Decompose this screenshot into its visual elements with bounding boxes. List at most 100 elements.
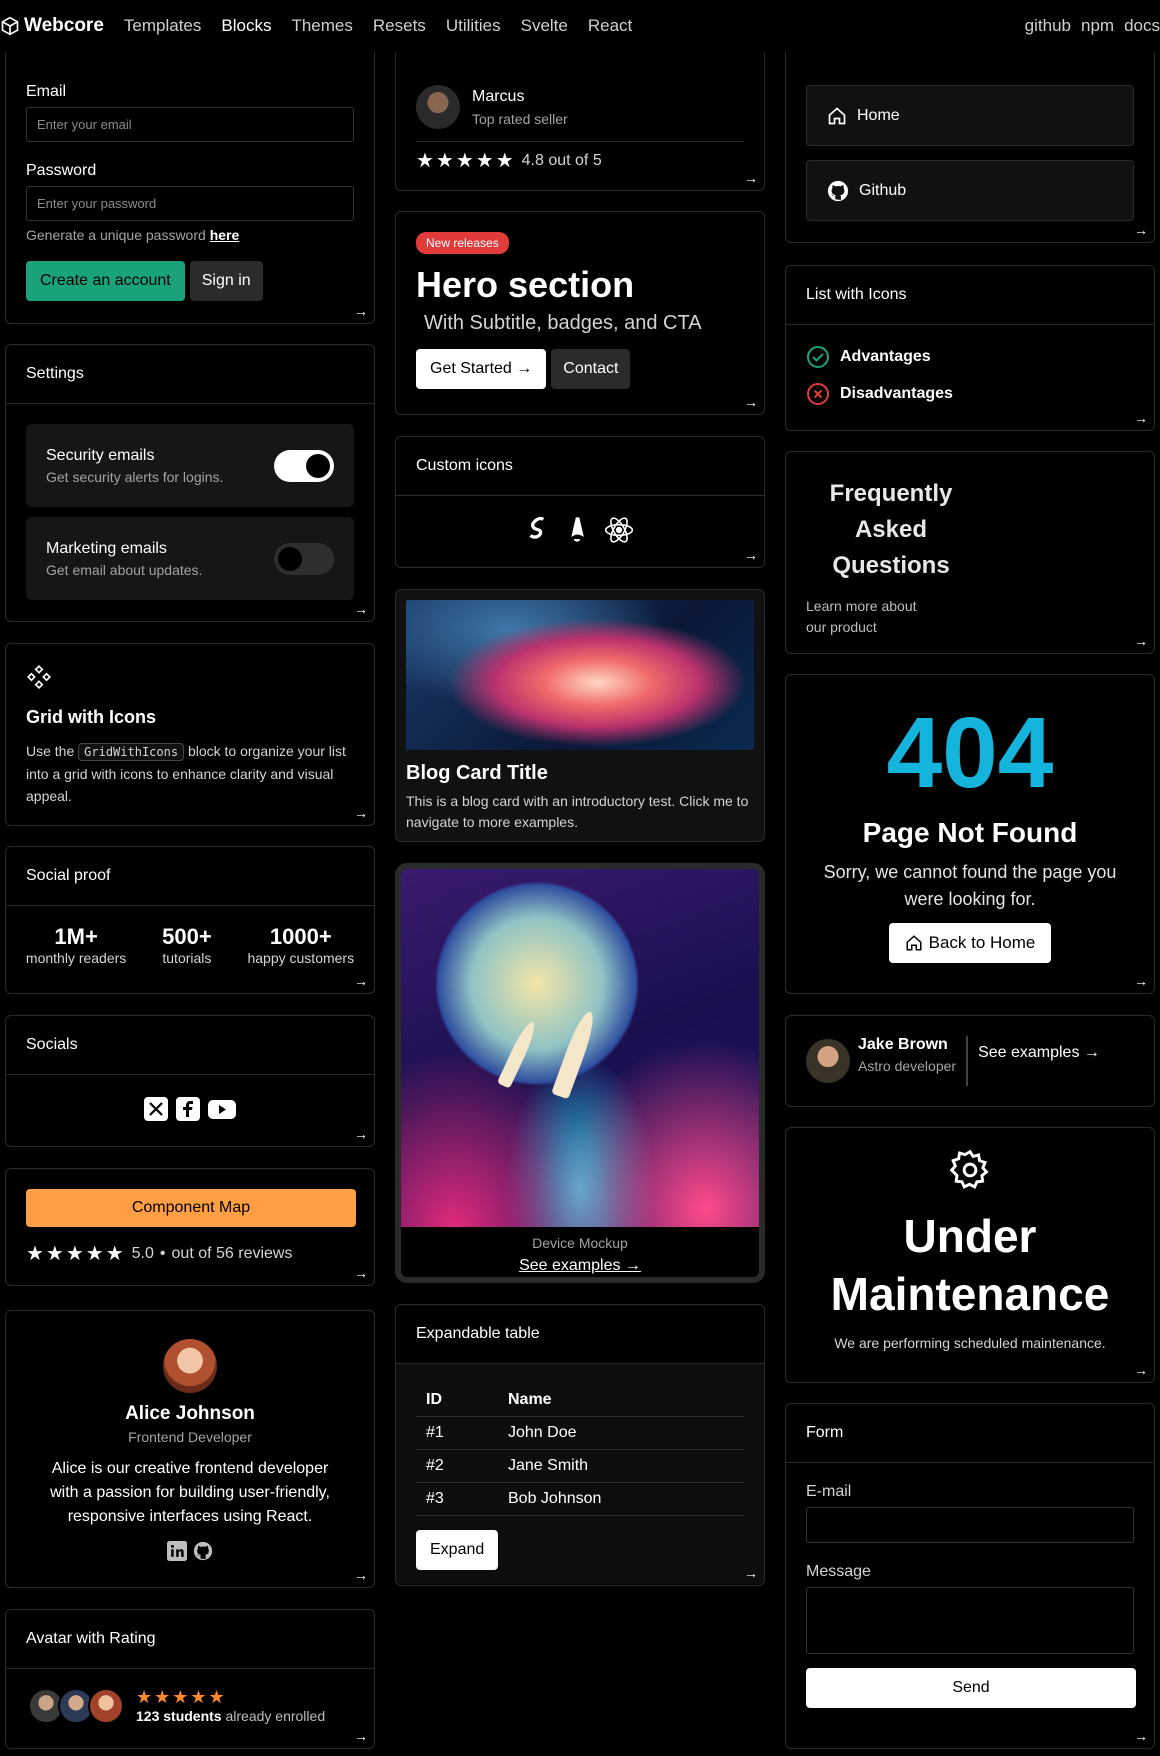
get-started-button[interactable]: Get Started →: [416, 349, 547, 389]
facebook-icon[interactable]: [176, 1097, 200, 1121]
arrow-right-icon[interactable]: →: [354, 805, 368, 821]
faq-subtitle-line: Learn more about: [806, 598, 917, 614]
rating-stars: ★★★★★: [136, 1687, 227, 1707]
arrow-right-icon[interactable]: →: [1134, 633, 1148, 649]
device-caption: Device Mockup: [532, 1235, 628, 1251]
enrolled-text: already enrolled: [225, 1708, 326, 1724]
arrow-right-icon[interactable]: →: [354, 1126, 368, 1142]
seller-role: Top rated seller: [472, 110, 568, 127]
nav-link-svelte[interactable]: Svelte: [521, 16, 568, 36]
send-button[interactable]: Send: [806, 1668, 1136, 1708]
setting-row-security: Security emails Get security alerts for …: [26, 424, 354, 507]
stat-tutorials: 500+ tutorials: [162, 924, 212, 966]
table-cell: John Doe: [498, 1416, 744, 1450]
brand-name: Webcore: [24, 15, 104, 36]
form-card: Form E-mail Message Send →: [785, 1403, 1155, 1749]
not-found-card: 404 Page Not Found Sorry, we cannot foun…: [785, 674, 1155, 994]
blog-title: Blog Card Title: [406, 762, 548, 784]
text-prefix: Use the: [26, 743, 75, 759]
enrolled-count: 123 students: [136, 1708, 222, 1724]
x-twitter-icon[interactable]: [144, 1097, 168, 1121]
arrow-right-icon[interactable]: →: [1134, 410, 1148, 426]
youtube-icon[interactable]: [208, 1097, 236, 1121]
avatar: [416, 85, 460, 129]
password-label: Password: [26, 162, 97, 179]
arrow-right-icon[interactable]: →: [744, 170, 758, 186]
rating-stars: ★★★★★: [26, 1243, 126, 1265]
svelte-icon: [529, 516, 545, 539]
see-examples-link[interactable]: See examples →: [401, 1257, 759, 1275]
menu-item-github[interactable]: Github: [806, 160, 1134, 221]
arrow-right-icon[interactable]: →: [354, 303, 368, 319]
password-field[interactable]: Enter your password: [26, 186, 354, 221]
setting-row-marketing: Marketing emails Get email about updates…: [26, 517, 354, 600]
security-emails-toggle[interactable]: [274, 449, 334, 482]
password-hint-text: Generate a unique password: [26, 227, 206, 243]
password-hint: Generate a unique password here: [26, 227, 354, 243]
table-cell: Bob Johnson: [498, 1482, 744, 1516]
rating-value: 4.8 out of 5: [521, 151, 602, 169]
blog-image: [406, 600, 754, 750]
avatar: [806, 1039, 850, 1083]
nav-link-utilities[interactable]: Utilities: [446, 16, 501, 36]
github-icon[interactable]: [193, 1541, 213, 1561]
nav-link-themes[interactable]: Themes: [291, 16, 352, 36]
linkedin-icon[interactable]: [167, 1541, 187, 1561]
arrow-right-icon[interactable]: →: [354, 973, 368, 989]
table-cell: #1: [416, 1416, 498, 1450]
avatar: [163, 1339, 217, 1393]
email-field[interactable]: [806, 1507, 1134, 1543]
arrow-right-icon[interactable]: →: [354, 1728, 368, 1744]
arrow-right-icon[interactable]: →: [1134, 1362, 1148, 1378]
faq-title-line: Questions: [832, 552, 950, 579]
nav-link-blocks[interactable]: Blocks: [221, 16, 271, 36]
expand-button[interactable]: Expand: [416, 1530, 499, 1570]
stat-label: monthly readers: [25, 950, 127, 966]
nav-links: Templates Blocks Themes Resets Utilities…: [124, 16, 632, 36]
see-examples-link[interactable]: See examples →: [978, 1044, 1100, 1062]
nav-link-resets[interactable]: Resets: [373, 16, 426, 36]
column-header: Name: [498, 1384, 744, 1417]
rating-stars: ★★★★★: [416, 150, 516, 172]
stat-readers: 1M+ monthly readers: [26, 924, 126, 966]
rating-value: 5.0: [131, 1244, 154, 1262]
email-label: Email: [26, 83, 67, 100]
component-map-button[interactable]: Component Map: [26, 1189, 356, 1227]
nav-link-react[interactable]: React: [588, 16, 632, 36]
stat-value: 1M+: [54, 924, 98, 949]
back-home-button[interactable]: Back to Home: [888, 923, 1052, 963]
rating-reviews: out of 56 reviews: [171, 1244, 293, 1262]
nav-link-docs[interactable]: docs: [1124, 16, 1160, 36]
arrow-right-icon[interactable]: →: [354, 1265, 368, 1281]
nav-link-github[interactable]: github: [1025, 16, 1071, 36]
arrow-right-icon[interactable]: →: [744, 394, 758, 410]
arrow-right-icon[interactable]: →: [744, 1565, 758, 1581]
new-releases-badge: New releases: [416, 232, 509, 254]
contact-button[interactable]: Contact: [551, 349, 631, 389]
message-textarea[interactable]: [806, 1587, 1134, 1654]
arrow-right-icon[interactable]: →: [744, 547, 758, 563]
email-field[interactable]: Enter your email: [26, 107, 354, 142]
card-title: List with Icons: [786, 266, 1154, 325]
create-account-button[interactable]: Create an account: [26, 261, 185, 301]
astro-icon: [571, 517, 584, 542]
menu-item-label: Github: [859, 181, 907, 199]
nav-link-npm[interactable]: npm: [1081, 16, 1114, 36]
card-title: Expandable table: [396, 1305, 764, 1364]
maintenance-title-line: Under: [903, 1210, 1037, 1262]
arrow-right-icon[interactable]: →: [354, 601, 368, 617]
arrow-right-icon[interactable]: →: [354, 1567, 368, 1583]
marketing-emails-toggle[interactable]: [274, 542, 334, 575]
sign-in-button[interactable]: Sign in: [189, 261, 263, 301]
arrow-right-icon[interactable]: →: [1134, 222, 1148, 238]
password-hint-link[interactable]: here: [210, 227, 240, 243]
arrow-right-icon[interactable]: →: [1134, 1728, 1148, 1744]
social-proof-card: Social proof 1M+ monthly readers 500+ tu…: [5, 846, 375, 994]
card-title: Custom icons: [396, 437, 764, 496]
menu-item-home[interactable]: Home: [806, 85, 1134, 146]
blog-card[interactable]: Blog Card Title This is a blog card with…: [395, 589, 765, 842]
arrow-right-icon[interactable]: →: [1134, 973, 1148, 989]
brand-logo[interactable]: Webcore: [0, 15, 104, 37]
nav-link-templates[interactable]: Templates: [124, 16, 201, 36]
list-item-disadvantages: Disadvantages: [806, 382, 1134, 406]
